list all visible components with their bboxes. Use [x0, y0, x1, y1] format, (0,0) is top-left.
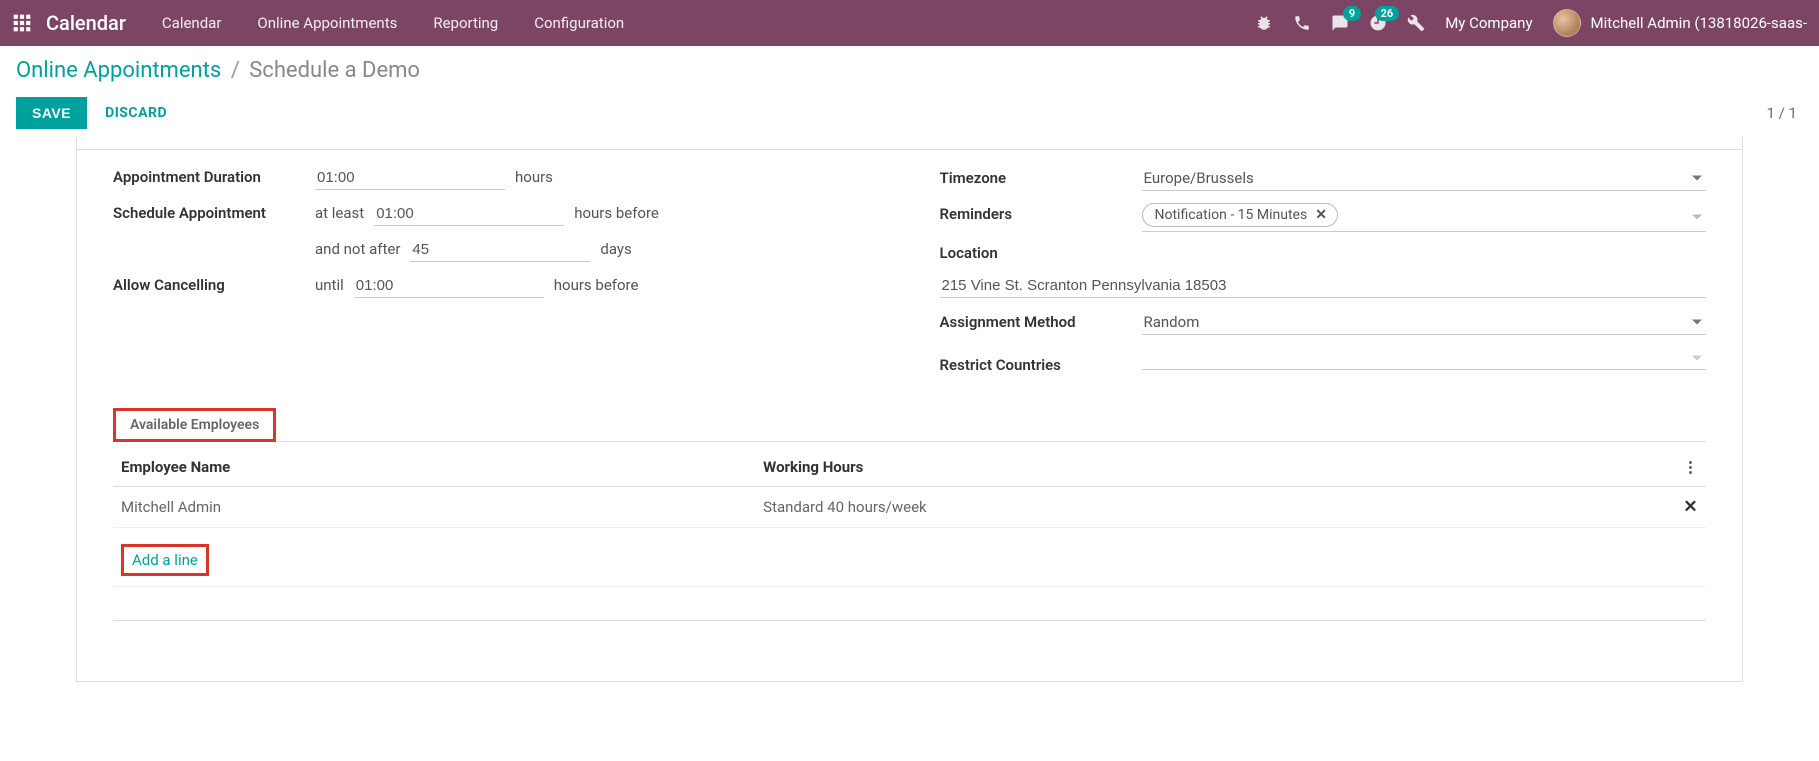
schedule-min-input[interactable] [374, 202, 564, 226]
section-highlight-box: Available Employees [113, 408, 276, 442]
tabs-row [77, 137, 1742, 150]
allow-cancel-prefix: until [315, 276, 344, 294]
activities-icon[interactable]: 26 [1369, 14, 1387, 32]
form-col-right: Timezone Europe/Brussels Reminders Notif… [940, 166, 1707, 386]
add-line-button[interactable]: Add a line [124, 547, 206, 573]
nav-menu-online-appointments[interactable]: Online Appointments [257, 14, 397, 32]
form-grid: Appointment Duration hours Schedule Appo… [113, 166, 1706, 386]
nav-menu-reporting[interactable]: Reporting [433, 14, 498, 32]
avatar [1553, 9, 1581, 37]
appointment-duration-label: Appointment Duration [113, 168, 303, 186]
assignment-value: Random [1142, 310, 1707, 334]
col-working-hours: Working Hours [755, 448, 1675, 487]
tools-icon[interactable] [1407, 14, 1425, 32]
action-row: SAVE DISCARD 1 / 1 [16, 97, 1803, 129]
schedule-max-unit: days [600, 240, 631, 258]
appointment-duration-unit: hours [515, 168, 553, 186]
section-title: Available Employees [130, 417, 259, 433]
reminder-tag[interactable]: Notification - 15 Minutes ✕ [1142, 203, 1338, 227]
location-label: Location [940, 244, 1130, 262]
employees-table: Employee Name Working Hours ⋮ Mitchell A… [113, 448, 1706, 621]
schedule-atleast-prefix: at least [315, 204, 364, 222]
cell-employee-name: Mitchell Admin [113, 487, 755, 528]
navbar: Calendar Calendar Online Appointments Re… [0, 0, 1819, 46]
timezone-label: Timezone [940, 169, 1130, 187]
nav-menu-configuration[interactable]: Configuration [534, 14, 624, 32]
messages-icon[interactable]: 9 [1331, 14, 1349, 32]
breadcrumb-current: Schedule a Demo [249, 58, 420, 83]
timezone-value: Europe/Brussels [1142, 166, 1707, 190]
form-col-left: Appointment Duration hours Schedule Appo… [113, 166, 880, 386]
bug-icon[interactable] [1255, 14, 1273, 32]
schedule-max-input[interactable] [410, 238, 590, 262]
breadcrumb: Online Appointments / Schedule a Demo [16, 58, 1803, 83]
restrict-value [1142, 347, 1707, 369]
form-sheet: Appointment Duration hours Schedule Appo… [76, 137, 1743, 682]
section-divider [113, 441, 1706, 442]
allow-cancel-unit: hours before [554, 276, 639, 294]
assignment-label: Assignment Method [940, 313, 1130, 331]
add-line-row: Add a line [113, 528, 1706, 587]
reminders-label: Reminders [940, 205, 1130, 223]
close-icon[interactable]: ✕ [1315, 207, 1327, 223]
add-line-highlight-box: Add a line [121, 544, 209, 576]
form-outer: Appointment Duration hours Schedule Appo… [0, 137, 1819, 682]
app-title[interactable]: Calendar [46, 11, 126, 35]
schedule-min-unit: hours before [574, 204, 659, 222]
restrict-label: Restrict Countries [940, 356, 1130, 374]
appointment-duration-input[interactable] [315, 166, 505, 190]
col-options-icon[interactable]: ⋮ [1675, 448, 1706, 487]
breadcrumb-parent[interactable]: Online Appointments [16, 58, 221, 83]
reminder-tag-label: Notification - 15 Minutes [1155, 207, 1308, 223]
restrict-select[interactable] [1142, 347, 1707, 370]
activities-badge: 26 [1375, 6, 1400, 21]
apps-icon[interactable] [12, 13, 32, 33]
location-input[interactable] [940, 274, 1707, 298]
col-employee-name: Employee Name [113, 448, 755, 487]
reminders-input[interactable]: Notification - 15 Minutes ✕ [1142, 203, 1707, 232]
discard-button[interactable]: DISCARD [105, 105, 167, 121]
save-button[interactable]: SAVE [16, 97, 87, 129]
cell-working-hours: Standard 40 hours/week [755, 487, 1675, 528]
delete-row-icon[interactable]: ✕ [1675, 487, 1706, 528]
messages-badge: 9 [1343, 6, 1361, 21]
nav-menu-calendar[interactable]: Calendar [162, 14, 222, 32]
assignment-select[interactable]: Random [1142, 310, 1707, 335]
timezone-select[interactable]: Europe/Brussels [1142, 166, 1707, 191]
allow-cancel-input[interactable] [354, 274, 544, 298]
nav-user[interactable]: Mitchell Admin (13818026-saas- [1553, 9, 1807, 37]
nav-company[interactable]: My Company [1445, 14, 1532, 32]
table-footer-row [113, 587, 1706, 621]
schedule-notafter-prefix: and not after [315, 240, 400, 258]
pager[interactable]: 1 / 1 [1767, 104, 1798, 122]
nav-menu: Calendar Online Appointments Reporting C… [162, 14, 1235, 32]
nav-username: Mitchell Admin (13818026-saas- [1591, 14, 1807, 32]
schedule-appointment-label: Schedule Appointment [113, 204, 303, 222]
breadcrumb-sep: / [231, 58, 240, 83]
phone-icon[interactable] [1293, 14, 1311, 32]
allow-cancel-label: Allow Cancelling [113, 276, 303, 294]
control-bar: Online Appointments / Schedule a Demo SA… [0, 46, 1819, 129]
caret-down-icon [1692, 215, 1702, 220]
nav-icons: 9 26 My Company Mitchell Admin (13818026… [1255, 9, 1807, 37]
table-row[interactable]: Mitchell Admin Standard 40 hours/week ✕ [113, 487, 1706, 528]
